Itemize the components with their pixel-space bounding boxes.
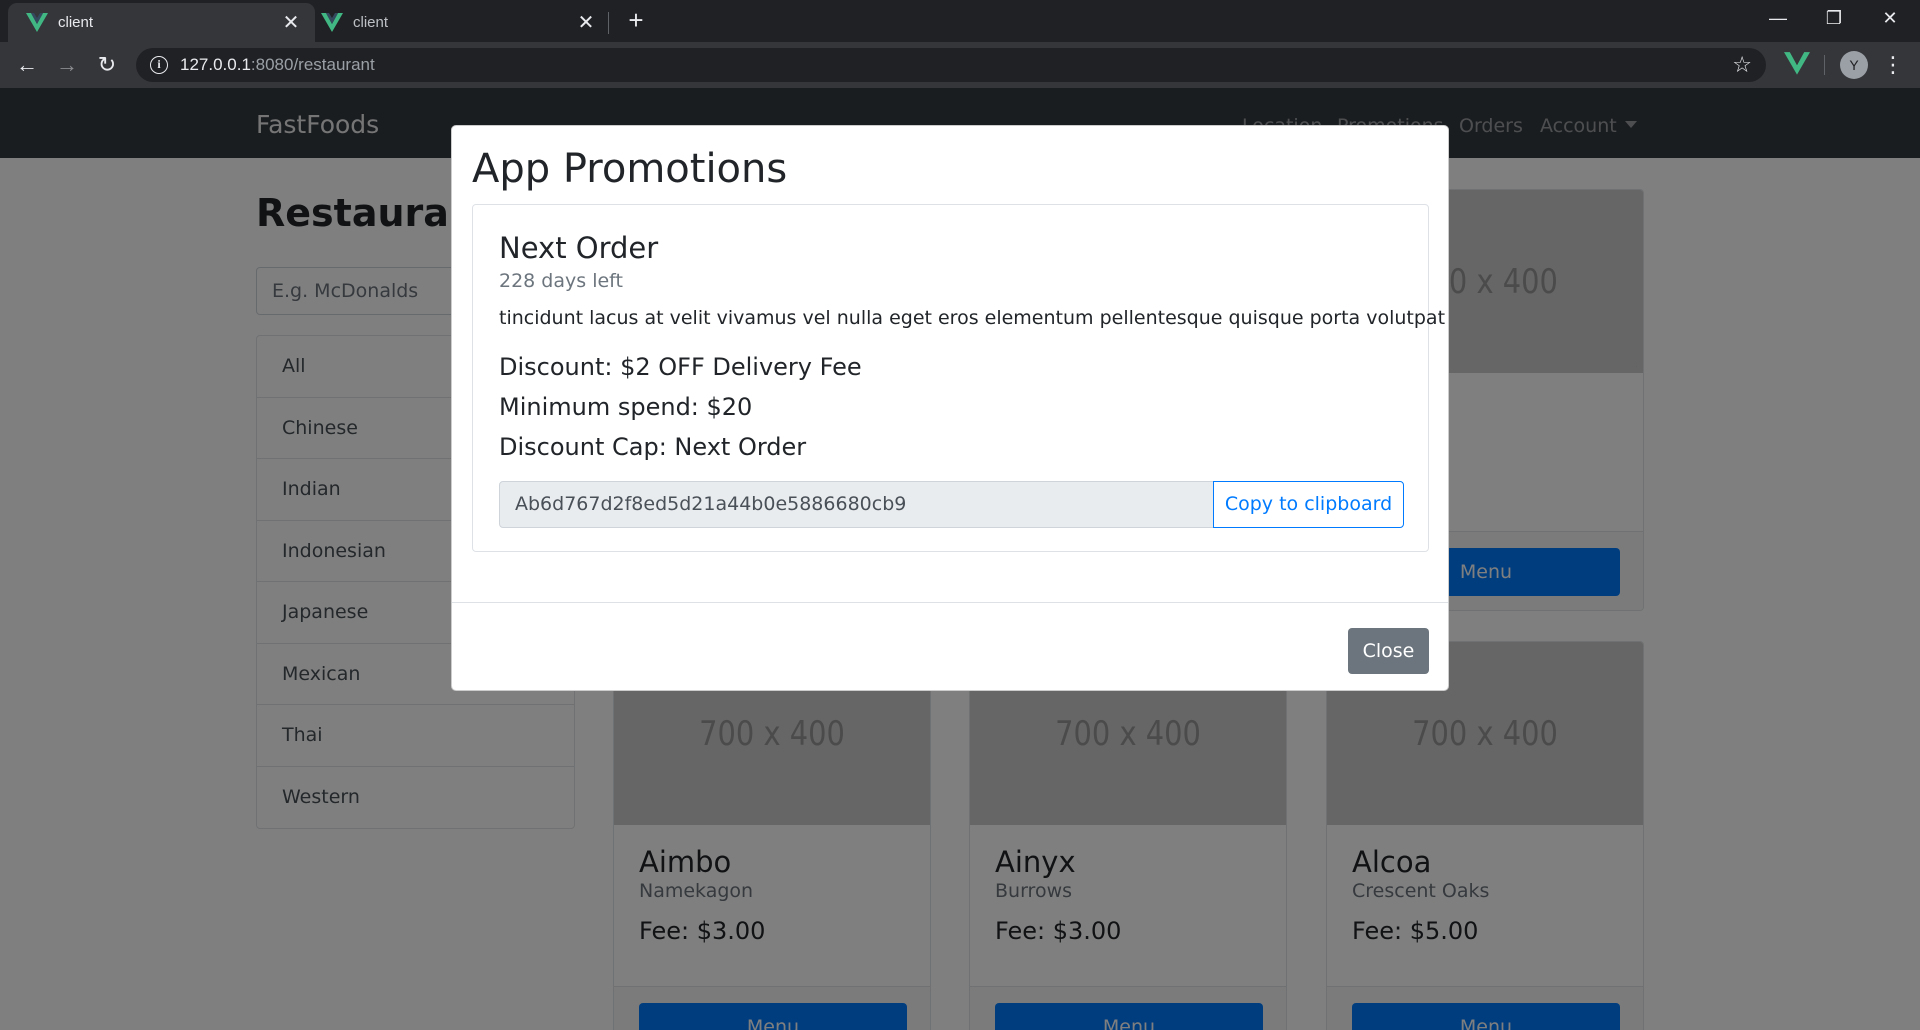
site-info-icon[interactable]: i xyxy=(150,56,168,74)
tab-close-icon[interactable]: ✕ xyxy=(281,13,301,33)
vue-devtools-extension-icon[interactable] xyxy=(1784,52,1810,76)
bookmark-star-icon[interactable]: ☆ xyxy=(1732,52,1752,78)
close-button[interactable]: Close xyxy=(1348,628,1429,674)
reload-icon[interactable]: ↻ xyxy=(92,50,122,80)
browser-tab-2[interactable]: client ✕ xyxy=(303,3,610,42)
new-tab-icon[interactable]: + xyxy=(622,6,650,34)
vue-logo-icon xyxy=(321,12,343,32)
modal-footer-divider xyxy=(452,602,1448,603)
browser-menu-icon[interactable]: ⋮ xyxy=(1882,50,1904,80)
profile-avatar[interactable]: Y xyxy=(1840,51,1868,79)
close-window-icon[interactable]: ✕ xyxy=(1862,0,1918,38)
promotion-discount: Discount: $2 OFF Delivery Fee xyxy=(499,353,862,381)
browser-tab-bar: client ✕ client ✕ + — ❐ ✕ xyxy=(0,0,1920,42)
url-host: 127.0.0.1 xyxy=(180,55,251,74)
promo-code-field[interactable]: Ab6d767d2f8ed5d21a44b0e5886680cb9 xyxy=(499,481,1214,528)
tab-separator xyxy=(608,12,609,34)
forward-icon[interactable]: → xyxy=(52,50,82,80)
url-text: 127.0.0.1:8080/restaurant xyxy=(180,55,375,75)
restore-icon[interactable]: ❐ xyxy=(1806,0,1862,38)
promotion-card: Next Order 228 days left tincidunt lacus… xyxy=(472,204,1445,552)
url-path: :8080/restaurant xyxy=(250,55,375,74)
minimize-icon[interactable]: — xyxy=(1750,0,1806,38)
promotion-min-spend: Minimum spend: $20 xyxy=(499,393,753,421)
promotion-days-left: 228 days left xyxy=(499,270,623,292)
promotion-description: tincidunt lacus at velit vivamus vel nul… xyxy=(499,307,1446,329)
promotion-discount-cap: Discount Cap: Next Order xyxy=(499,433,807,461)
tab-title: client xyxy=(58,14,94,31)
copy-to-clipboard-button[interactable]: Copy to clipboard xyxy=(1213,481,1404,528)
promo-code-group: Ab6d767d2f8ed5d21a44b0e5886680cb9 Copy t… xyxy=(499,481,1404,528)
vue-logo-icon xyxy=(26,12,48,32)
back-icon[interactable]: ← xyxy=(12,50,42,80)
promotion-name: Next Order xyxy=(499,231,659,265)
address-bar[interactable]: i 127.0.0.1:8080/restaurant ☆ xyxy=(136,48,1766,82)
tab-close-icon[interactable]: ✕ xyxy=(576,13,596,33)
promotions-modal: App Promotions Next Order 228 days left … xyxy=(451,125,1449,691)
modal-title: App Promotions xyxy=(472,146,788,192)
browser-tab-1[interactable]: client ✕ xyxy=(8,3,315,42)
browser-toolbar: ← → ↻ i 127.0.0.1:8080/restaurant ☆ Y ⋮ xyxy=(0,42,1920,88)
toolbar-separator xyxy=(1824,55,1825,75)
tab-title: client xyxy=(353,14,389,31)
page: FastFoods Location Promotions Orders Acc… xyxy=(0,88,1920,1030)
